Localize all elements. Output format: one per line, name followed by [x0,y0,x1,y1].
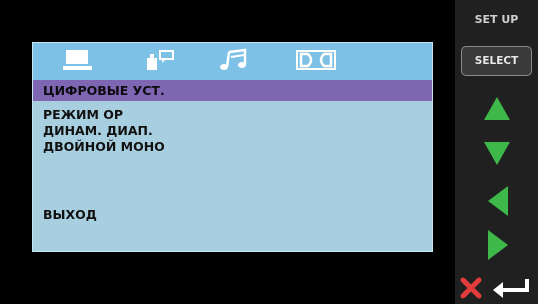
tab-video[interactable] [61,48,95,72]
setup-button[interactable]: SET UP [461,6,532,34]
up-arrow-icon[interactable] [482,94,512,124]
tab-dolby[interactable] [295,48,337,72]
tab-speaker[interactable] [143,48,177,72]
display-screen: ЦИФРОВЫЕ УСТ. РЕЖИМ ОР ДИНАМ. ДИАП. ДВОЙ… [0,0,455,304]
close-icon[interactable] [459,276,483,300]
control-panel: SET UP SELECT [455,0,538,304]
menu-item-dynamic-mode[interactable]: РЕЖИМ ОР [43,107,123,123]
menu-header: ЦИФРОВЫЕ УСТ. [33,80,432,101]
menu-item-dual-mono[interactable]: ДВОЙНОЙ МОНО [43,139,165,155]
return-icon[interactable] [487,276,533,300]
monitor-icon [63,50,92,70]
left-arrow-icon[interactable] [485,184,511,218]
osd-menu: ЦИФРОВЫЕ УСТ. РЕЖИМ ОР ДИНАМ. ДИАП. ДВОЙ… [32,42,433,252]
select-button[interactable]: SELECT [461,46,532,76]
right-arrow-icon[interactable] [485,228,511,262]
speaker-settings-icon [147,50,174,70]
down-arrow-icon[interactable] [482,138,512,168]
osd-tab-bar [33,43,432,80]
dolby-icon [296,50,336,70]
menu-item-exit[interactable]: ВЫХОД [43,207,97,223]
menu-item-dynamic-range[interactable]: ДИНАМ. ДИАП. [43,123,153,139]
music-note-icon [220,48,247,70]
tab-audio[interactable] [217,48,251,72]
